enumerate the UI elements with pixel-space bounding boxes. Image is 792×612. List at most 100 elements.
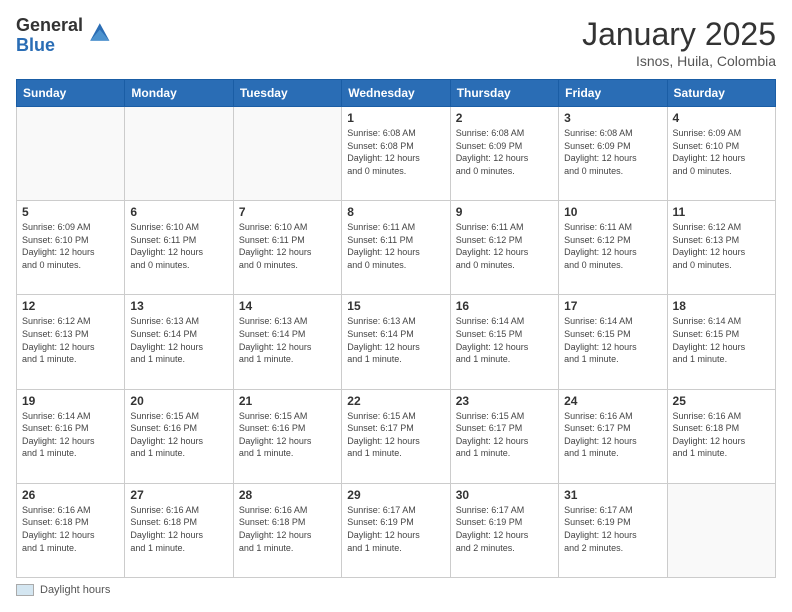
logo-icon	[87, 20, 111, 44]
calendar-day-cell: 9 Sunrise: 6:11 AM Sunset: 6:12 PM Daylig…	[450, 201, 558, 295]
calendar-day-cell: 31 Sunrise: 6:17 AM Sunset: 6:19 PM Dayli…	[559, 483, 667, 577]
day-info-text: Sunrise: 6:10 AM Sunset: 6:11 PM Dayligh…	[239, 221, 336, 271]
day-info-text: Sunrise: 6:15 AM Sunset: 6:17 PM Dayligh…	[347, 410, 444, 460]
daylight-legend-label: Daylight hours	[40, 584, 110, 596]
calendar-day-cell: 24 Sunrise: 6:16 AM Sunset: 6:17 PM Dayli…	[559, 389, 667, 483]
day-info-text: Sunrise: 6:14 AM Sunset: 6:16 PM Dayligh…	[22, 410, 119, 460]
calendar-table: SundayMondayTuesdayWednesdayThursdayFrid…	[16, 79, 776, 578]
day-number: 24	[564, 394, 661, 408]
calendar-header-friday: Friday	[559, 80, 667, 107]
calendar-day-cell: 23 Sunrise: 6:15 AM Sunset: 6:17 PM Dayli…	[450, 389, 558, 483]
calendar-header-monday: Monday	[125, 80, 233, 107]
calendar-day-cell: 10 Sunrise: 6:11 AM Sunset: 6:12 PM Dayli…	[559, 201, 667, 295]
day-number: 21	[239, 394, 336, 408]
calendar-day-cell: 27 Sunrise: 6:16 AM Sunset: 6:18 PM Dayli…	[125, 483, 233, 577]
calendar-week-row: 26 Sunrise: 6:16 AM Sunset: 6:18 PM Dayli…	[17, 483, 776, 577]
day-info-text: Sunrise: 6:13 AM Sunset: 6:14 PM Dayligh…	[347, 315, 444, 365]
calendar-footer: Daylight hours	[16, 584, 776, 596]
day-number: 30	[456, 488, 553, 502]
day-info-text: Sunrise: 6:14 AM Sunset: 6:15 PM Dayligh…	[456, 315, 553, 365]
calendar-day-cell: 17 Sunrise: 6:14 AM Sunset: 6:15 PM Dayli…	[559, 295, 667, 389]
calendar-week-row: 1 Sunrise: 6:08 AM Sunset: 6:08 PM Daylig…	[17, 107, 776, 201]
logo-text: General Blue	[16, 16, 83, 56]
calendar-day-cell: 4Sunrise: 6:09 AM Sunset: 6:10 PM Daylig…	[667, 107, 775, 201]
day-info-text: Sunrise: 6:16 AM Sunset: 6:18 PM Dayligh…	[22, 504, 119, 554]
calendar-day-cell: 28Sunrise: 6:16 AM Sunset: 6:18 PM Dayli…	[233, 483, 341, 577]
day-number: 6	[130, 205, 227, 219]
month-year-title: January 2025	[582, 16, 776, 53]
calendar-header-row: SundayMondayTuesdayWednesdayThursdayFrid…	[17, 80, 776, 107]
calendar-day-cell: 22 Sunrise: 6:15 AM Sunset: 6:17 PM Dayli…	[342, 389, 450, 483]
day-info-text: Sunrise: 6:16 AM Sunset: 6:17 PM Dayligh…	[564, 410, 661, 460]
calendar-day-cell	[17, 107, 125, 201]
calendar-day-cell: 7 Sunrise: 6:10 AM Sunset: 6:11 PM Daylig…	[233, 201, 341, 295]
calendar-day-cell: 12 Sunrise: 6:12 AM Sunset: 6:13 PM Dayli…	[17, 295, 125, 389]
calendar-day-cell	[233, 107, 341, 201]
calendar-day-cell: 19Sunrise: 6:14 AM Sunset: 6:16 PM Dayli…	[17, 389, 125, 483]
day-number: 20	[130, 394, 227, 408]
calendar-header-thursday: Thursday	[450, 80, 558, 107]
day-number: 8	[347, 205, 444, 219]
day-number: 26	[22, 488, 119, 502]
day-info-text: Sunrise: 6:09 AM Sunset: 6:10 PM Dayligh…	[673, 127, 770, 177]
day-info-text: Sunrise: 6:17 AM Sunset: 6:19 PM Dayligh…	[347, 504, 444, 554]
day-number: 3	[564, 111, 661, 125]
logo: General Blue	[16, 16, 111, 56]
day-number: 10	[564, 205, 661, 219]
calendar-day-cell: 2Sunrise: 6:08 AM Sunset: 6:09 PM Daylig…	[450, 107, 558, 201]
calendar-day-cell: 26 Sunrise: 6:16 AM Sunset: 6:18 PM Dayli…	[17, 483, 125, 577]
calendar-header-wednesday: Wednesday	[342, 80, 450, 107]
day-info-text: Sunrise: 6:17 AM Sunset: 6:19 PM Dayligh…	[456, 504, 553, 554]
day-info-text: Sunrise: 6:08 AM Sunset: 6:08 PM Dayligh…	[347, 127, 444, 177]
day-number: 7	[239, 205, 336, 219]
calendar-week-row: 12 Sunrise: 6:12 AM Sunset: 6:13 PM Dayli…	[17, 295, 776, 389]
calendar-day-cell	[125, 107, 233, 201]
title-block: January 2025 Isnos, Huila, Colombia	[582, 16, 776, 69]
header: General Blue January 2025 Isnos, Huila, …	[16, 16, 776, 69]
calendar-day-cell: 21Sunrise: 6:15 AM Sunset: 6:16 PM Dayli…	[233, 389, 341, 483]
calendar-day-cell: 13Sunrise: 6:13 AM Sunset: 6:14 PM Dayli…	[125, 295, 233, 389]
calendar-header-saturday: Saturday	[667, 80, 775, 107]
day-number: 17	[564, 299, 661, 313]
day-info-text: Sunrise: 6:15 AM Sunset: 6:16 PM Dayligh…	[130, 410, 227, 460]
day-number: 11	[673, 205, 770, 219]
day-number: 9	[456, 205, 553, 219]
day-number: 28	[239, 488, 336, 502]
day-number: 16	[456, 299, 553, 313]
day-info-text: Sunrise: 6:10 AM Sunset: 6:11 PM Dayligh…	[130, 221, 227, 271]
day-info-text: Sunrise: 6:15 AM Sunset: 6:17 PM Dayligh…	[456, 410, 553, 460]
location-text: Isnos, Huila, Colombia	[582, 53, 776, 69]
day-info-text: Sunrise: 6:16 AM Sunset: 6:18 PM Dayligh…	[673, 410, 770, 460]
page: General Blue January 2025 Isnos, Huila, …	[0, 0, 792, 612]
day-info-text: Sunrise: 6:08 AM Sunset: 6:09 PM Dayligh…	[456, 127, 553, 177]
day-info-text: Sunrise: 6:09 AM Sunset: 6:10 PM Dayligh…	[22, 221, 119, 271]
calendar-day-cell: 25Sunrise: 6:16 AM Sunset: 6:18 PM Dayli…	[667, 389, 775, 483]
day-number: 31	[564, 488, 661, 502]
day-info-text: Sunrise: 6:11 AM Sunset: 6:12 PM Dayligh…	[564, 221, 661, 271]
day-number: 1	[347, 111, 444, 125]
calendar-week-row: 19Sunrise: 6:14 AM Sunset: 6:16 PM Dayli…	[17, 389, 776, 483]
day-number: 22	[347, 394, 444, 408]
day-info-text: Sunrise: 6:12 AM Sunset: 6:13 PM Dayligh…	[22, 315, 119, 365]
day-number: 29	[347, 488, 444, 502]
calendar-day-cell: 11 Sunrise: 6:12 AM Sunset: 6:13 PM Dayli…	[667, 201, 775, 295]
day-info-text: Sunrise: 6:12 AM Sunset: 6:13 PM Dayligh…	[673, 221, 770, 271]
logo-blue: Blue	[16, 36, 83, 56]
calendar-day-cell: 3Sunrise: 6:08 AM Sunset: 6:09 PM Daylig…	[559, 107, 667, 201]
day-info-text: Sunrise: 6:16 AM Sunset: 6:18 PM Dayligh…	[130, 504, 227, 554]
day-number: 27	[130, 488, 227, 502]
calendar-week-row: 5Sunrise: 6:09 AM Sunset: 6:10 PM Daylig…	[17, 201, 776, 295]
calendar-day-cell: 29 Sunrise: 6:17 AM Sunset: 6:19 PM Dayli…	[342, 483, 450, 577]
day-info-text: Sunrise: 6:13 AM Sunset: 6:14 PM Dayligh…	[130, 315, 227, 365]
calendar-day-cell: 15Sunrise: 6:13 AM Sunset: 6:14 PM Dayli…	[342, 295, 450, 389]
day-info-text: Sunrise: 6:17 AM Sunset: 6:19 PM Dayligh…	[564, 504, 661, 554]
day-number: 18	[673, 299, 770, 313]
day-number: 12	[22, 299, 119, 313]
day-number: 14	[239, 299, 336, 313]
calendar-day-cell	[667, 483, 775, 577]
day-info-text: Sunrise: 6:14 AM Sunset: 6:15 PM Dayligh…	[564, 315, 661, 365]
day-number: 23	[456, 394, 553, 408]
calendar-day-cell: 30 Sunrise: 6:17 AM Sunset: 6:19 PM Dayli…	[450, 483, 558, 577]
day-info-text: Sunrise: 6:11 AM Sunset: 6:12 PM Dayligh…	[456, 221, 553, 271]
calendar-day-cell: 8Sunrise: 6:11 AM Sunset: 6:11 PM Daylig…	[342, 201, 450, 295]
